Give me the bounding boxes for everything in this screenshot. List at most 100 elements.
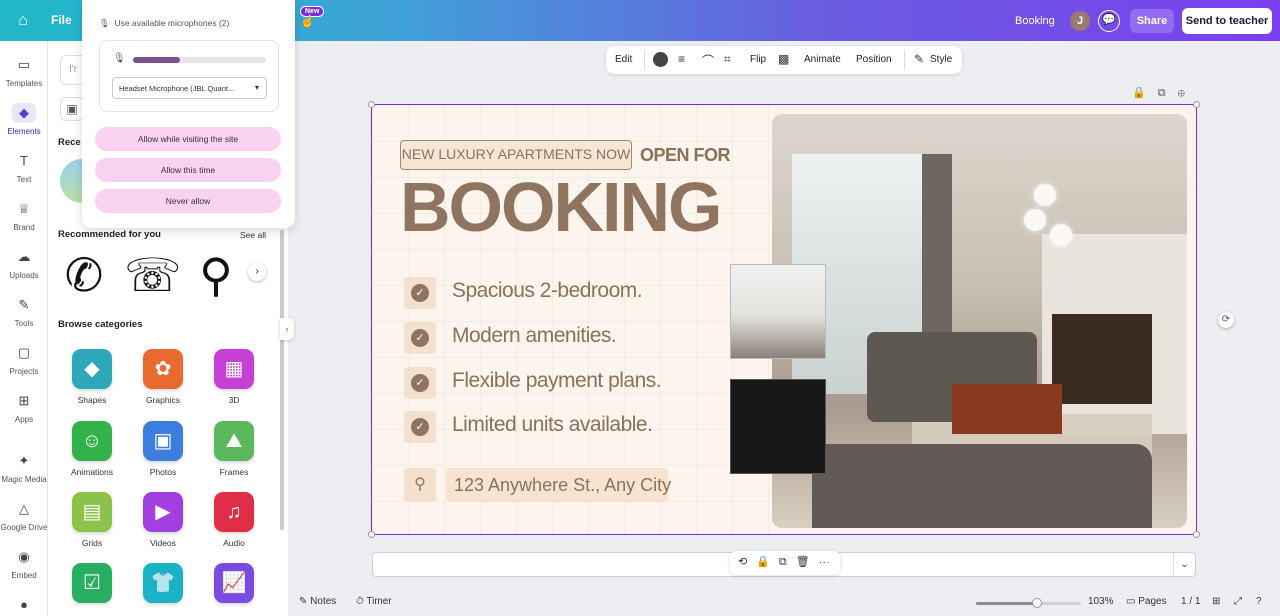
pages-button[interactable]: ▭ Pages <box>1126 596 1167 607</box>
rail-item-uploads[interactable]: ☁ Uploads <box>0 247 48 280</box>
category-more-3[interactable]: 📈 <box>202 563 266 609</box>
timer-button[interactable]: ⏱ Timer <box>356 596 392 607</box>
resize-handle[interactable] <box>1193 101 1200 108</box>
feature-item[interactable]: ✓ Limited units available. <box>404 411 744 443</box>
page-tools: ⟲🔒⧉🗑⋯ <box>730 551 840 575</box>
phone-outline-icon[interactable]: ☏ <box>124 249 182 301</box>
style-button[interactable]: Style <box>930 54 952 65</box>
comment-icon[interactable]: 💬 <box>1098 10 1120 32</box>
zoom-slider-knob[interactable] <box>1031 598 1042 608</box>
help-icon[interactable]: ? <box>1256 596 1262 607</box>
category-frames[interactable]: ⛰ Frames <box>202 421 266 477</box>
never-allow-button[interactable]: Never allow <box>95 189 281 213</box>
transparency-icon[interactable]: ▩ <box>778 52 789 66</box>
duplicate-icon[interactable]: ⧉ <box>779 556 796 568</box>
google-drive-icon: △ <box>19 501 29 516</box>
edit-button[interactable]: Edit <box>615 54 632 65</box>
flip-button[interactable]: Flip <box>750 54 766 65</box>
zoom-slider[interactable] <box>976 602 1081 605</box>
category-audio[interactable]: ♫ Audio <box>202 492 266 548</box>
browse-categories-heading: Browse categories <box>58 319 143 330</box>
location-pin-icon: ⚲ <box>404 468 436 502</box>
rail-item-projects[interactable]: ▢ Projects <box>0 343 48 376</box>
send-to-teacher-button[interactable]: Send to teacher <box>1182 8 1272 34</box>
rail-item-elements[interactable]: ◆ Elements <box>0 103 48 136</box>
add-comment-icon[interactable]: ⟲ <box>738 556 756 568</box>
microphone-select[interactable]: Headset Microphone (JBL Quant... ▾ <box>112 77 267 99</box>
add-page-icon[interactable]: ⊕ <box>1178 87 1197 99</box>
grid-view-icon[interactable]: ⊞ <box>1212 596 1220 607</box>
lock-icon[interactable]: 🔒 <box>1132 87 1158 99</box>
category-videos[interactable]: ▶ Videos <box>131 492 195 548</box>
category-more-1[interactable]: ☑ <box>60 563 124 609</box>
rail-item-text[interactable]: T Text <box>0 151 48 184</box>
chevron-down-icon[interactable]: ⌄ <box>1173 553 1195 576</box>
position-button[interactable]: Position <box>856 54 892 65</box>
category-photos[interactable]: ▣ Photos <box>131 421 195 477</box>
rail-item-google-drive[interactable]: △ Google Drive <box>0 499 48 532</box>
see-all-link[interactable]: See all <box>240 230 266 240</box>
more-icon[interactable]: ⋯ <box>819 556 839 568</box>
category-more-2[interactable]: 👕 <box>131 563 195 609</box>
shapes-icon: ◆ <box>72 349 112 389</box>
rail-label: Google Drive <box>0 523 48 532</box>
resize-handle[interactable] <box>368 531 375 538</box>
style-icon[interactable]: ✎ <box>914 52 924 66</box>
dark-room-photo[interactable] <box>730 379 826 474</box>
rail-item-templates[interactable]: ▭ Templates <box>0 55 48 88</box>
avatar[interactable]: J <box>1070 11 1090 31</box>
category-shapes[interactable]: ◆ Shapes <box>60 349 124 405</box>
file-menu[interactable]: File <box>51 13 72 27</box>
design-title[interactable]: Booking <box>1015 15 1055 27</box>
category-grids[interactable]: ▤ Grids <box>60 492 124 548</box>
category-graphics[interactable]: ✿ Graphics <box>131 349 195 405</box>
fullscreen-icon[interactable]: ⤢ <box>1234 596 1242 607</box>
zoom-level[interactable]: 103% <box>1088 596 1114 607</box>
crop-icon[interactable]: ⌗ <box>724 52 731 67</box>
templates-icon: ▭ <box>17 57 31 72</box>
feature-text: Modern amenities. <box>452 324 617 347</box>
resize-handle[interactable] <box>368 101 375 108</box>
tagline-text[interactable]: NEW LUXURY APARTMENTS NOW <box>400 140 632 170</box>
rail-item-more[interactable]: ● <box>0 595 48 616</box>
feature-item[interactable]: ✓ Flexible payment plans. <box>404 367 744 399</box>
living-room-photo[interactable] <box>772 114 1187 528</box>
allow-this-time-button[interactable]: Allow this time <box>95 158 281 182</box>
corner-rounding-icon[interactable]: ⌒ <box>702 52 714 69</box>
microphone-icon: 🎙 <box>113 53 126 64</box>
feature-item[interactable]: ✓ Modern amenities. <box>404 322 744 354</box>
location-pin-icon[interactable]: ⚲ <box>190 249 242 301</box>
home-icon[interactable]: ⌂ <box>14 12 32 30</box>
duplicate-page-icon[interactable]: ⧉ <box>1158 87 1178 99</box>
pendant-lamp <box>1024 209 1046 231</box>
border-style-icon[interactable]: ≡ <box>678 52 685 66</box>
allow-while-visiting-button[interactable]: Allow while visiting the site <box>95 127 281 151</box>
notes-button[interactable]: ✎ Notes <box>299 596 336 607</box>
rail-item-embed[interactable]: ◉ Embed <box>0 547 48 580</box>
feature-item[interactable]: ✓ Spacious 2-bedroom. <box>404 277 744 309</box>
panel-scrollbar[interactable] <box>280 230 284 530</box>
share-button[interactable]: Share <box>1130 9 1174 33</box>
collapse-panel-button[interactable]: ‹ <box>280 318 294 340</box>
category-animations[interactable]: ☺ Animations <box>60 421 124 477</box>
rotate-icon[interactable]: ⟳ <box>1218 312 1234 328</box>
kitchen-photo[interactable] <box>730 264 826 359</box>
mic-level-meter <box>133 57 266 63</box>
resize-handle[interactable] <box>1193 531 1200 538</box>
headline-text[interactable]: BOOKING <box>400 167 722 247</box>
open-for-text[interactable]: OPEN FOR <box>640 145 731 166</box>
phone-icon[interactable]: ✆ <box>58 249 110 301</box>
rail-item-brand[interactable]: ♕ Brand <box>0 199 48 232</box>
chevron-right-icon[interactable]: › <box>248 263 266 281</box>
rail-item-tools[interactable]: ✎ Tools <box>0 295 48 328</box>
color-swatch[interactable] <box>653 52 668 67</box>
address-block[interactable]: ⚲ 123 Anywhere St., Any City <box>404 468 704 502</box>
lock-icon[interactable]: 🔒 <box>756 556 779 568</box>
image-search-icon[interactable]: ▣ <box>60 97 84 121</box>
animate-button[interactable]: Animate <box>804 54 841 65</box>
rail-item-apps[interactable]: ⊞ Apps <box>0 391 48 424</box>
trash-icon[interactable]: 🗑 <box>796 556 819 568</box>
rail-item-magic-media[interactable]: ✦ Magic Media <box>0 451 48 484</box>
category-3d[interactable]: ▦ 3D <box>202 349 266 405</box>
design-canvas[interactable]: NEW LUXURY APARTMENTS NOW OPEN FOR BOOKI… <box>371 104 1197 535</box>
